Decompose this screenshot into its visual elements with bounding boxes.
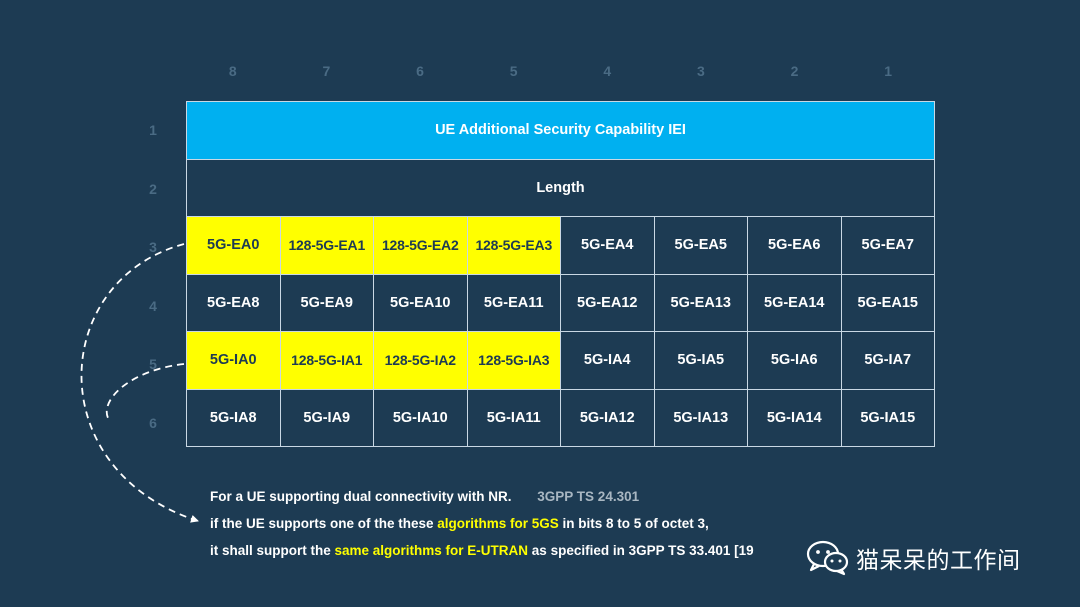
algorithm-cell: 5G-IA10 xyxy=(373,388,468,447)
note-line-2: if the UE supports one of the these algo… xyxy=(210,513,850,540)
algorithm-cell: 5G-IA4 xyxy=(560,331,655,390)
note-text: as specified in 3GPP TS 33.401 [19 xyxy=(528,543,754,558)
security-capability-table: UE Additional Security Capability IEI Le… xyxy=(186,101,935,447)
table-row-octet-5: 5G-IA0 128-5G-IA1 128-5G-IA2 128-5G-IA3 … xyxy=(186,331,935,390)
algorithm-cell: 5G-EA10 xyxy=(373,273,468,332)
octet-number: 6 xyxy=(149,414,157,431)
algorithm-cell: 5G-EA9 xyxy=(279,273,374,332)
table-row-octet-2: Length xyxy=(186,158,935,217)
note-text: in bits 8 to 5 of octet 3, xyxy=(558,516,709,531)
spec-reference: 3GPP TS 24.301 xyxy=(537,489,640,504)
octet-number-column: 1 2 3 4 5 6 xyxy=(138,101,168,452)
table-row-octet-1: UE Additional Security Capability IEI xyxy=(186,101,935,160)
algorithm-cell: 5G-IA5 xyxy=(653,331,748,390)
bit-number: 4 xyxy=(603,63,612,79)
algorithm-cell: 5G-IA6 xyxy=(747,331,842,390)
algorithm-cell: 5G-EA5 xyxy=(653,216,748,275)
algorithm-cell: 128-5G-IA2 xyxy=(373,331,468,390)
table-row-octet-6: 5G-IA8 5G-IA9 5G-IA10 5G-IA11 5G-IA12 5G… xyxy=(186,388,935,447)
table-row-octet-4: 5G-EA8 5G-EA9 5G-EA10 5G-EA11 5G-EA12 5G… xyxy=(186,273,935,332)
algorithm-cell: 5G-EA0 xyxy=(186,216,281,275)
octet-number: 5 xyxy=(149,356,157,372)
octet-number: 1 xyxy=(149,122,157,138)
algorithm-cell: 5G-EA14 xyxy=(747,273,842,332)
algorithm-cell: 5G-IA11 xyxy=(466,388,561,447)
bit-number: 5 xyxy=(509,63,518,79)
watermark-text: 猫呆呆的工作间 xyxy=(856,548,1021,574)
algorithm-cell: 5G-EA7 xyxy=(840,216,935,275)
watermark: 猫呆呆的工作间 xyxy=(806,536,1021,580)
algorithm-cell: 128-5G-EA2 xyxy=(373,216,468,275)
note-line-1: For a UE supporting dual connectivity wi… xyxy=(210,486,850,513)
algorithm-cell: 5G-IA14 xyxy=(747,388,842,447)
octet-number: 4 xyxy=(149,297,157,314)
note-line-3: it shall support the same algorithms for… xyxy=(210,540,850,567)
octet-number: 3 xyxy=(149,239,157,255)
wechat-icon xyxy=(806,540,849,576)
algorithm-cell: 5G-IA15 xyxy=(840,388,935,447)
note-text: if the UE supports one of the these xyxy=(210,516,438,531)
algorithm-cell: 5G-IA9 xyxy=(279,388,374,447)
iei-title-cell: UE Additional Security Capability IEI xyxy=(186,101,935,160)
algorithm-cell: 5G-EA12 xyxy=(560,273,655,332)
note-highlight: same algorithms for E-UTRAN xyxy=(334,543,529,558)
bit-number: 7 xyxy=(322,63,331,79)
algorithm-cell: 5G-IA13 xyxy=(653,388,748,447)
algorithm-cell: 5G-EA4 xyxy=(560,216,655,275)
bit-number: 3 xyxy=(697,63,705,79)
bit-number: 2 xyxy=(790,63,799,79)
length-cell: Length xyxy=(186,158,935,217)
algorithm-cell: 5G-EA8 xyxy=(186,273,281,332)
algorithm-cell: 5G-EA15 xyxy=(840,273,935,332)
bit-number: 6 xyxy=(416,63,424,79)
algorithm-cell: 128-5G-IA3 xyxy=(466,331,561,390)
note-text: it shall support the xyxy=(210,543,335,558)
bit-number-header: 8 7 6 5 4 3 2 1 xyxy=(186,60,935,82)
note-highlight: algorithms for 5GS xyxy=(437,516,559,531)
algorithm-cell: 128-5G-EA1 xyxy=(279,216,374,275)
algorithm-cell: 128-5G-IA1 xyxy=(279,331,374,390)
note-text: For a UE supporting dual connectivity wi… xyxy=(210,489,512,504)
algorithm-cell: 5G-IA8 xyxy=(186,388,281,447)
spec-notes: For a UE supporting dual connectivity wi… xyxy=(210,486,850,567)
algorithm-cell: 5G-EA6 xyxy=(747,216,842,275)
algorithm-cell: 5G-IA12 xyxy=(560,388,655,447)
algorithm-cell: 5G-EA11 xyxy=(466,273,561,332)
algorithm-cell: 128-5G-EA3 xyxy=(466,216,561,275)
algorithm-cell: 5G-IA7 xyxy=(840,331,935,390)
algorithm-cell: 5G-EA13 xyxy=(653,273,748,332)
bit-number: 8 xyxy=(228,63,237,79)
table-row-octet-3: 5G-EA0 128-5G-EA1 128-5G-EA2 128-5G-EA3 … xyxy=(186,216,935,275)
octet-number: 2 xyxy=(149,180,157,197)
bit-number: 1 xyxy=(884,63,893,79)
algorithm-cell: 5G-IA0 xyxy=(186,331,281,390)
